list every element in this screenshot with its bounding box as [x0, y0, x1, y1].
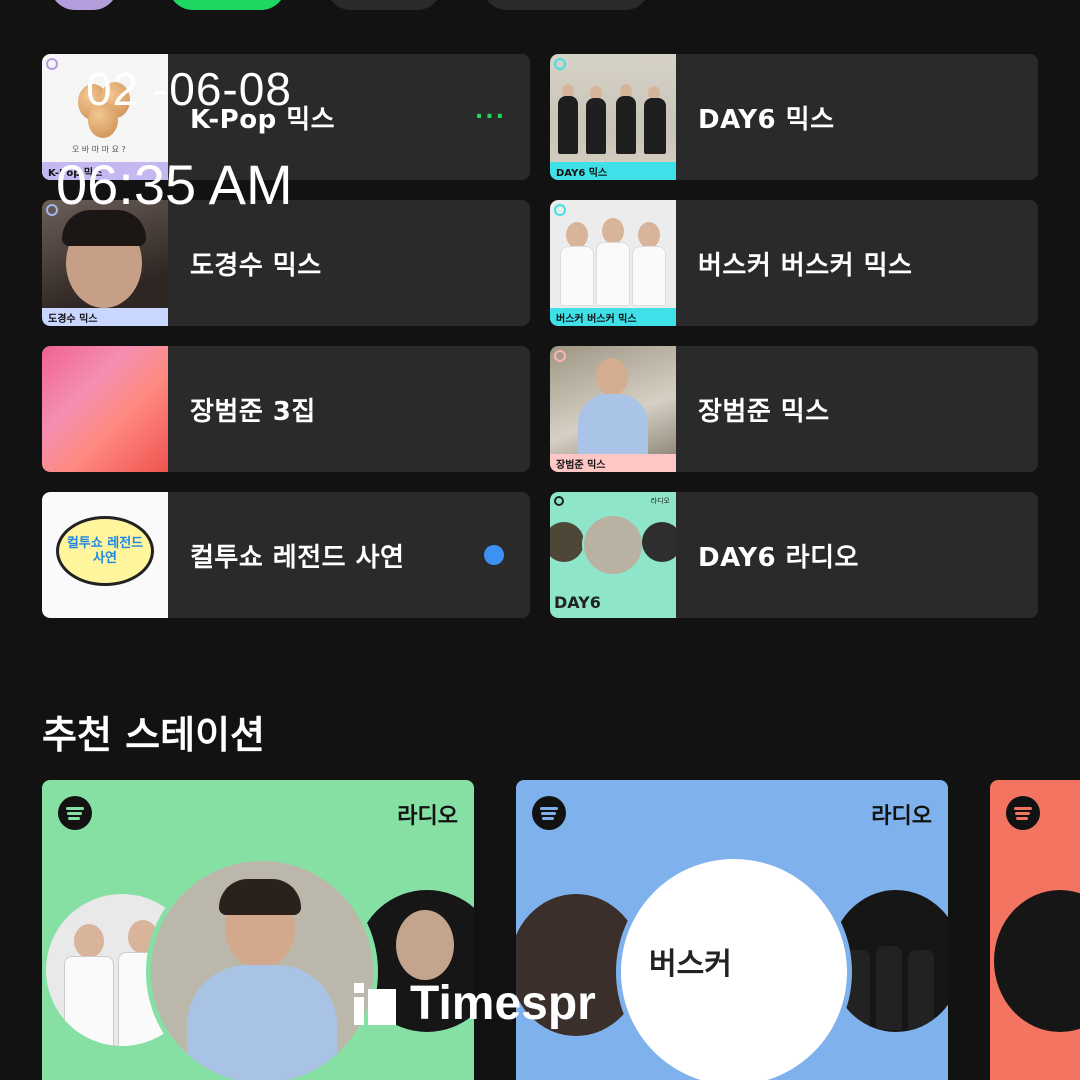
- new-episode-dot-icon: [484, 545, 504, 565]
- shortcut-tile-busker-mix[interactable]: 버스커 버스커 믹스 버스커 버스커 믹스: [550, 200, 1038, 326]
- album-art-day6-mix: DAY6 믹스: [550, 54, 676, 180]
- shortcut-tile-jang-beomjune-mix[interactable]: 장범준 믹스 장범준 믹스: [550, 346, 1038, 472]
- shortcut-title: DAY6 믹스: [698, 104, 835, 135]
- spotify-icon: [1006, 796, 1040, 830]
- album-art-jang-beomjune-mix: 장범준 믹스: [550, 346, 676, 472]
- shortcut-title: DAY6 라디오: [698, 542, 859, 573]
- station-card-1[interactable]: 라디오: [42, 780, 474, 1080]
- filter-chip-1[interactable]: [50, 0, 118, 10]
- filter-chip-4[interactable]: [482, 0, 650, 10]
- thumb-caption: 버스커 버스커 믹스: [550, 308, 676, 326]
- shortcut-title: 도경수 믹스: [190, 250, 322, 281]
- album-art-day6-radio: 라디오 DAY6: [550, 492, 676, 618]
- shortcut-tile-day6-radio[interactable]: 라디오 DAY6 DAY6 라디오: [550, 492, 1038, 618]
- shortcut-title: 컬투쇼 레전드 사연: [190, 542, 405, 573]
- thumb-caption: 도경수 믹스: [42, 308, 168, 326]
- thumb-caption: DAY6: [554, 593, 601, 612]
- shortcut-tile-cultwo-show[interactable]: 컬투쇼 레전드 사연 컬투쇼 레전드 사연: [42, 492, 530, 618]
- shortcut-tile-jang-beomjune-3[interactable]: 장범준 3집: [42, 346, 530, 472]
- shortcut-title: 버스커 버스커 믹스: [698, 250, 913, 281]
- station-card-2[interactable]: 라디오 버스커: [516, 780, 948, 1080]
- more-dots-icon[interactable]: ···: [475, 105, 506, 130]
- album-art-doh-kyungsoo-mix: 도경수 믹스: [42, 200, 168, 326]
- thumb-tag: 라디오: [650, 497, 670, 505]
- thumb-caption: 장범준 믹스: [550, 454, 676, 472]
- overlay-date: 02 -06-08: [86, 63, 292, 115]
- shortcut-title: 장범준 믹스: [698, 396, 830, 427]
- album-art-jang-beomjune-3: [42, 346, 168, 472]
- spotify-icon: [532, 796, 566, 830]
- spotify-mini-icon: [554, 350, 566, 362]
- station-label: 라디오: [397, 804, 458, 829]
- timestamp-logo-icon: [354, 982, 396, 1025]
- shortcut-tile-doh-kyungsoo-mix[interactable]: 도경수 믹스 도경수 믹스: [42, 200, 530, 326]
- album-art-cultwo-show: 컬투쇼 레전드 사연: [42, 492, 168, 618]
- shortcut-title: 장범준 3집: [190, 396, 316, 427]
- station-label: 라디오: [871, 804, 932, 829]
- spotify-mini-icon: [554, 204, 566, 216]
- filter-chip-3[interactable]: [326, 0, 442, 10]
- shortcut-tile-day6-mix[interactable]: DAY6 믹스 DAY6 믹스: [550, 54, 1038, 180]
- watermark-text: Timespr: [410, 977, 596, 1030]
- spotify-mini-icon: [554, 496, 564, 506]
- album-art-busker-mix: 버스커 버스커 믹스: [550, 200, 676, 326]
- overlay-time: 06:35 AM: [56, 153, 293, 216]
- spotify-icon: [58, 796, 92, 830]
- station-center-text: 버스커: [649, 947, 732, 982]
- filter-chip-2-selected[interactable]: [168, 0, 286, 10]
- section-title-recommended-stations: 추천 스테이션: [42, 713, 265, 757]
- spotify-mini-icon: [554, 58, 566, 70]
- shortcut-grid: 오 바 마 마 요 ? K-Pop 믹스 K-Pop 믹스 ··· DAY6 믹…: [42, 54, 1038, 618]
- thumb-text: 컬투쇼 레전드 사연: [66, 536, 144, 566]
- station-card-3[interactable]: [990, 780, 1080, 1080]
- watermark: Timespr: [354, 976, 596, 1031]
- thumb-caption: DAY6 믹스: [550, 162, 676, 180]
- spotify-mini-icon: [46, 58, 58, 70]
